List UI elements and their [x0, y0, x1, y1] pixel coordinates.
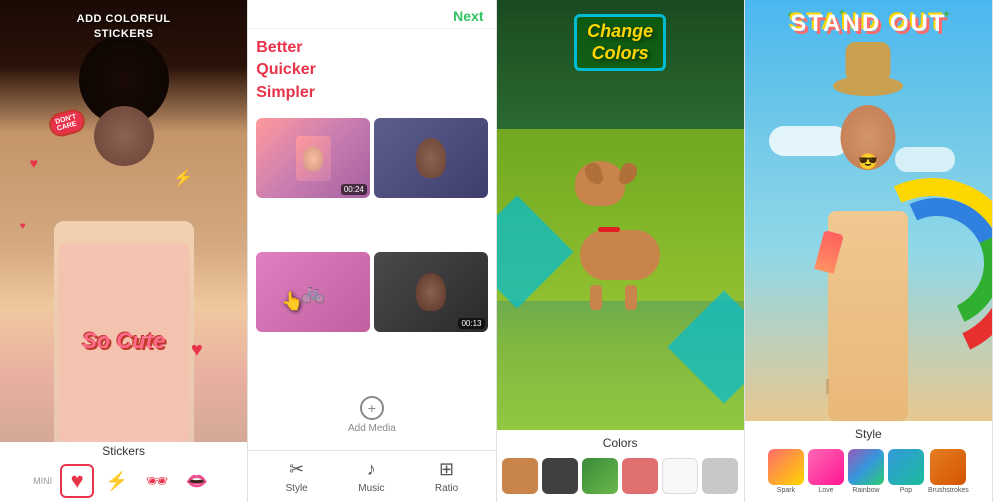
sticker-toolbar[interactable]: MINI ♥ ⚡ 🕶 👄	[0, 460, 247, 502]
swatch-4[interactable]	[622, 458, 658, 494]
dog-leg-1	[590, 285, 602, 310]
panel-title: ADD COLORFULSTICKERS	[0, 12, 247, 43]
dog-collar	[598, 227, 620, 232]
add-media-label: Add Media	[348, 423, 396, 434]
stickers-label: Stickers	[0, 442, 247, 460]
heart-sticker-1: ♥	[30, 155, 38, 171]
top-nav: Next	[248, 0, 495, 29]
dog-leg-2	[625, 285, 637, 310]
promo-text: BetterQuickerSimpler	[256, 37, 487, 104]
mini-label: MINI	[33, 476, 52, 486]
add-media-button[interactable]: + Add Media	[256, 388, 487, 442]
swatch-3[interactable]	[582, 458, 618, 494]
media-thumb-1[interactable]: 00:24	[256, 118, 370, 198]
spark-label: Spark	[777, 487, 795, 494]
cloud-2	[895, 147, 955, 172]
duration-4: 00:13	[458, 318, 484, 329]
style-swatch-love[interactable]: Love	[808, 449, 844, 494]
diamond-right	[667, 290, 744, 403]
swatch-6[interactable]	[702, 458, 738, 494]
so-cute-sticker: So Cute	[82, 328, 165, 354]
style-label: Style	[286, 483, 308, 494]
music-icon: ♪	[367, 459, 376, 480]
popsicle-stick	[826, 379, 829, 394]
next-button[interactable]: Next	[453, 8, 483, 24]
style-panel: ✦ ✦ ✦ ✦ STAND OUT 😎 Style Spark	[745, 0, 993, 502]
lips-sticker-button[interactable]: 👄	[180, 464, 214, 498]
colors-label: Colors	[497, 430, 744, 454]
sunglasses: 😎	[858, 152, 878, 172]
duration-1: 00:24	[341, 184, 367, 195]
stickers-screen: ADD COLORFULSTICKERS DON'TCARE ⚡ ♥ ♥ So …	[0, 0, 247, 442]
swatch-2[interactable]	[542, 458, 578, 494]
dog-body	[580, 230, 660, 280]
style-screen: ✦ ✦ ✦ ✦ STAND OUT 😎	[745, 0, 992, 421]
stickers-bottom: Stickers MINI ♥ ⚡ 🕶 👄	[0, 442, 247, 502]
media-panel: Next BetterQuickerSimpler 00:24	[248, 0, 496, 502]
add-media-icon: +	[360, 396, 384, 420]
pop-swatch-img	[888, 449, 924, 485]
swatch-5[interactable]	[662, 458, 698, 494]
bolt-sticker: ⚡	[173, 168, 193, 188]
style-tool[interactable]: ✂ Style	[286, 459, 308, 494]
heart-sticker-2: ♥	[20, 221, 26, 232]
stickers-panel: ADD COLORFULSTICKERS DON'TCARE ⚡ ♥ ♥ So …	[0, 0, 248, 502]
media-thumb-3[interactable]: 🚲 👆	[256, 252, 370, 332]
style-swatch-brushstrokes[interactable]: Brushstrokes	[928, 449, 969, 494]
heart-sticker-button[interactable]: ♥	[60, 464, 94, 498]
change-colors-text: ChangeColors	[587, 21, 653, 64]
style-swatch-rainbow[interactable]: Rainbow	[848, 449, 884, 494]
music-label: Music	[358, 483, 384, 494]
glasses-sticker-button[interactable]: 🕶	[140, 464, 174, 498]
rainbow-swatch-img	[848, 449, 884, 485]
style-swatch-spark[interactable]: Spark	[768, 449, 804, 494]
colors-bottom: Colors	[497, 430, 744, 502]
media-thumb-4[interactable]: 00:13	[374, 252, 488, 332]
color-swatches[interactable]	[497, 454, 744, 502]
ratio-icon: ⊞	[439, 459, 454, 480]
brushstrokes-swatch-img	[930, 449, 966, 485]
colors-screen: ChangeColors	[497, 0, 744, 430]
love-label: Love	[818, 487, 833, 494]
pop-label: Pop	[900, 487, 912, 494]
style-bottom: Style Spark Love Rainbow Pop Brushstroke…	[745, 421, 992, 502]
brushstrokes-label: Brushstrokes	[928, 487, 969, 494]
media-grid: 00:24 🚲 👆 00:13	[256, 118, 487, 382]
spark-swatch-img	[768, 449, 804, 485]
woman-hat	[833, 76, 903, 96]
media-toolbar: ✂ Style ♪ Music ⊞ Ratio	[248, 450, 495, 502]
style-swatches[interactable]: Spark Love Rainbow Pop Brushstrokes	[745, 445, 992, 502]
rainbow-label: Rainbow	[852, 487, 879, 494]
ratio-tool[interactable]: ⊞ Ratio	[435, 459, 458, 494]
ratio-label: Ratio	[435, 483, 458, 494]
media-thumb-2[interactable]	[374, 118, 488, 198]
bolt-sticker-button[interactable]: ⚡	[100, 464, 134, 498]
style-icon: ✂	[289, 459, 304, 480]
swatch-1[interactable]	[502, 458, 538, 494]
stand-out-text: STAND OUT	[745, 10, 992, 38]
music-tool[interactable]: ♪ Music	[358, 459, 384, 494]
change-colors-box: ChangeColors	[574, 14, 666, 71]
style-label: Style	[745, 421, 992, 445]
love-swatch-img	[808, 449, 844, 485]
cloud-1	[769, 126, 849, 156]
left-section: BetterQuickerSimpler 00:24 🚲	[256, 37, 487, 442]
style-swatch-pop[interactable]: Pop	[888, 449, 924, 494]
colors-panel: ChangeColors Colors	[497, 0, 745, 502]
so-cute-heart-sticker: ♥	[191, 339, 203, 362]
